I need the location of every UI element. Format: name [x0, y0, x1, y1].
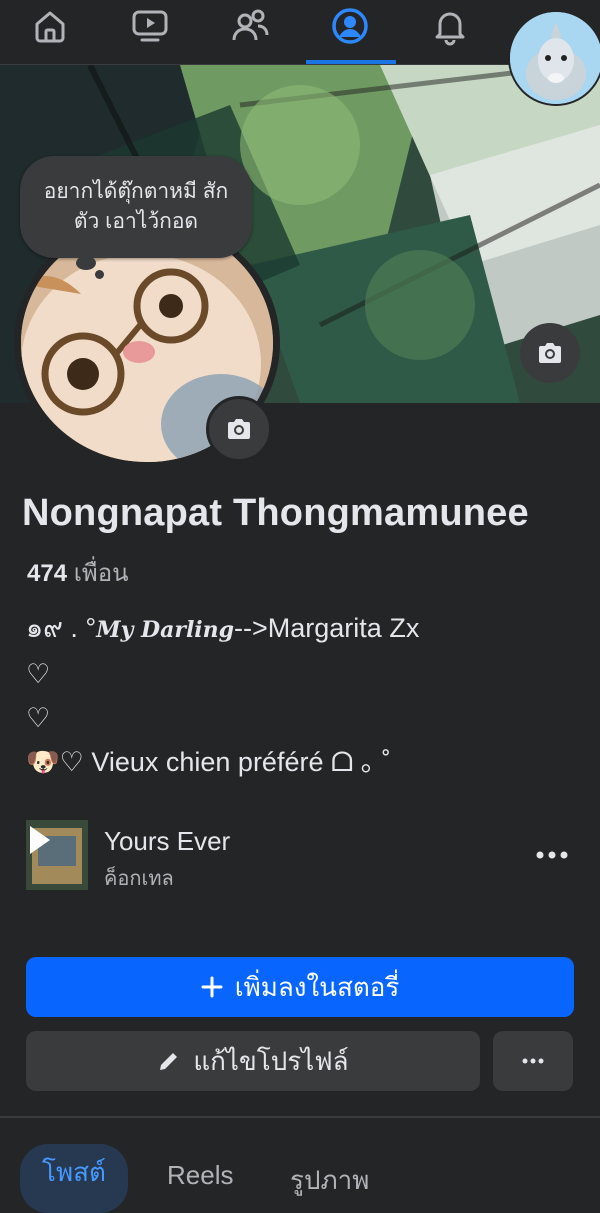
- menu-avatar[interactable]: [508, 10, 600, 106]
- camera-icon: [539, 343, 561, 363]
- notifications-tab[interactable]: [400, 0, 500, 64]
- profile-tabs: โพสต์ Reels รูปภาพ: [0, 1140, 600, 1213]
- edit-profile-label: แก้ไขโปรไฟล์: [193, 1045, 349, 1076]
- friends-icon: [232, 9, 269, 41]
- profile-name: Nongnapat Thongmamunee: [22, 492, 529, 534]
- music-options-button[interactable]: [534, 840, 570, 870]
- video-icon: [132, 10, 168, 42]
- profile-icon: [332, 8, 368, 44]
- add-to-story-button[interactable]: เพิ่มลงในสตอรี่: [26, 957, 574, 1017]
- friends-count[interactable]: 474 เพื่อน: [27, 553, 129, 592]
- note-bubble-tail-dot: [95, 270, 104, 279]
- more-options-button[interactable]: [493, 1031, 573, 1091]
- tab-posts[interactable]: โพสต์: [20, 1144, 128, 1213]
- dolphin-avatar-image: [510, 12, 600, 104]
- pencil-icon: [160, 1053, 178, 1070]
- song-artist: ค็อกเทล: [104, 868, 174, 890]
- bio-line-2: ♡: [26, 659, 51, 689]
- edit-profile-picture-button[interactable]: [206, 396, 272, 462]
- profile-note-text: อยากได้ตุ๊กตาหมี สักตัว เอาไว้กอด: [43, 180, 229, 233]
- song-title: Yours Ever: [104, 826, 231, 856]
- tab-reels[interactable]: Reels: [167, 1160, 233, 1191]
- profile-bio: ๑๙ . °My Darling-->Margarita Zx ♡ ♡ 🐶♡ V…: [26, 606, 419, 784]
- bell-icon: [435, 12, 465, 46]
- bio-line-1-prefix: ๑๙ . °: [26, 613, 97, 643]
- edit-cover-photo-button[interactable]: [520, 323, 580, 383]
- friends-count-label: เพื่อน: [73, 560, 129, 587]
- note-bubble-tail: [76, 256, 96, 270]
- more-horizontal-icon: [522, 1058, 544, 1064]
- bio-line-1-script: My Darling: [96, 617, 235, 643]
- edit-profile-button[interactable]: แก้ไขโปรไฟล์: [26, 1031, 480, 1091]
- album-art: [26, 820, 88, 890]
- bio-line-4: 🐶♡ Vieux chien préféré ᗝ ｡ ˚: [26, 747, 391, 777]
- friends-count-number: 474: [27, 560, 68, 587]
- friends-tab[interactable]: [200, 0, 300, 64]
- camera-icon: [228, 419, 250, 439]
- bio-line-1: ๑๙ . °My Darling-->Margarita Zx: [26, 606, 419, 652]
- home-icon: [35, 11, 65, 43]
- bio-line-3: ♡: [26, 703, 51, 733]
- profile-note-bubble[interactable]: อยากได้ตุ๊กตาหมี สักตัว เอาไว้กอด: [20, 156, 252, 258]
- plus-icon: [201, 976, 223, 998]
- profile-tab[interactable]: [300, 0, 400, 64]
- more-horizontal-icon: [536, 851, 568, 859]
- bio-line-1-suffix: -->Margarita Zx: [234, 613, 420, 643]
- watch-tab[interactable]: [100, 0, 200, 64]
- section-divider: [0, 1116, 600, 1118]
- tab-photos[interactable]: รูปภาพ: [290, 1160, 369, 1201]
- home-tab[interactable]: [0, 0, 100, 64]
- profile-music[interactable]: Yours Ever ค็อกเทล: [26, 818, 576, 892]
- active-tab-indicator: [306, 60, 396, 64]
- add-to-story-label: เพิ่มลงในสตอรี่: [234, 971, 400, 1002]
